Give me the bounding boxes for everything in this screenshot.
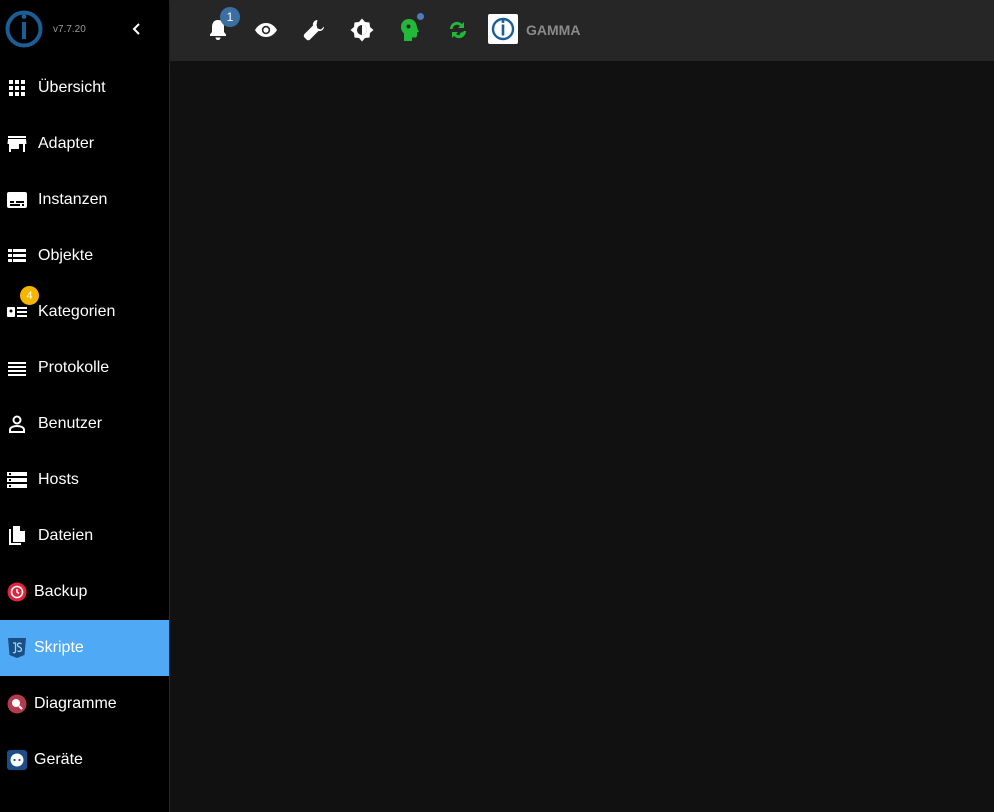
sidebar-item-label: Skripte xyxy=(34,639,84,656)
wrench-icon xyxy=(303,20,324,41)
files-icon xyxy=(7,526,27,546)
sidebar-item-label: Adapter xyxy=(38,135,95,152)
sidebar-item-label: Hosts xyxy=(38,471,79,488)
sidebar-item-instanzen[interactable]: Instanzen xyxy=(0,172,169,228)
expert-mode-button[interactable] xyxy=(250,14,282,46)
sidebar: v7.7.20 Übersicht Adapter Instanzen Obje… xyxy=(0,0,170,812)
settings-button[interactable] xyxy=(298,14,330,46)
cloud-sync-icon xyxy=(449,21,467,39)
collapse-sidebar-button[interactable] xyxy=(126,18,148,40)
sidebar-item-uebersicht[interactable]: Übersicht xyxy=(0,60,169,116)
theme-toggle-button[interactable] xyxy=(346,14,378,46)
javascript-icon xyxy=(7,638,27,658)
sidebar-item-label: Diagramme xyxy=(34,695,117,712)
sidebar-item-label: Geräte xyxy=(34,751,83,768)
iobroker-logo-icon[interactable] xyxy=(5,10,43,48)
status-dot-indicator xyxy=(417,13,424,20)
eye-icon xyxy=(255,23,277,37)
notifications-count-badge: 1 xyxy=(220,7,240,27)
sidebar-item-label: Instanzen xyxy=(38,191,108,208)
sidebar-item-label: Übersicht xyxy=(38,79,106,96)
sidebar-item-adapter[interactable]: Adapter xyxy=(0,116,169,172)
devices-icon xyxy=(7,750,27,770)
main-content-area xyxy=(170,61,994,812)
sidebar-item-benutzer[interactable]: Benutzer xyxy=(0,396,169,452)
sidebar-item-objekte[interactable]: Objekte xyxy=(0,228,169,284)
sidebar-item-label: Objekte xyxy=(38,247,94,264)
apps-grid-icon xyxy=(7,78,27,98)
store-icon xyxy=(7,134,27,154)
sidebar-item-geraete[interactable]: Geräte xyxy=(0,732,169,788)
sidebar-item-dateien[interactable]: Dateien xyxy=(0,508,169,564)
protokolle-count-badge: 4 xyxy=(20,286,39,305)
sidebar-item-protokolle[interactable]: Protokolle xyxy=(0,340,169,396)
sidebar-item-skripte[interactable]: Skripte xyxy=(0,620,169,676)
host-name-label: GAMMA xyxy=(526,22,581,38)
sidebar-item-label: Benutzer xyxy=(38,415,103,432)
sidebar-item-hosts[interactable]: Hosts xyxy=(0,452,169,508)
subtitles-icon xyxy=(7,190,27,210)
sidebar-item-backup[interactable]: Backup xyxy=(0,564,169,620)
app-root: v7.7.20 Übersicht Adapter Instanzen Obje… xyxy=(0,0,994,812)
iobroker-host-icon xyxy=(491,17,515,41)
sidebar-nav: Übersicht Adapter Instanzen Objekte Kate… xyxy=(0,60,169,788)
host-logo[interactable] xyxy=(488,14,518,44)
chevron-left-icon xyxy=(132,23,140,35)
sidebar-item-label: Dateien xyxy=(38,527,94,544)
sidebar-item-label: Protokolle xyxy=(38,359,110,376)
host-sync-button[interactable] xyxy=(442,14,474,46)
brightness-icon xyxy=(350,18,374,42)
head-profile-icon xyxy=(401,19,419,41)
version-label: v7.7.20 xyxy=(53,24,86,35)
storage-icon xyxy=(7,470,27,490)
log-lines-icon xyxy=(7,358,27,378)
person-icon xyxy=(7,414,27,434)
sidebar-header: v7.7.20 xyxy=(0,0,169,60)
sidebar-item-label: Backup xyxy=(34,583,88,600)
chart-search-icon xyxy=(7,694,27,714)
sidebar-item-label: Kategorien xyxy=(38,303,116,320)
category-card-icon xyxy=(7,302,27,322)
top-toolbar: 1 GAMMA xyxy=(170,0,994,61)
list-view-icon xyxy=(7,246,27,266)
backup-icon xyxy=(7,582,27,602)
sidebar-item-diagramme[interactable]: Diagramme xyxy=(0,676,169,732)
